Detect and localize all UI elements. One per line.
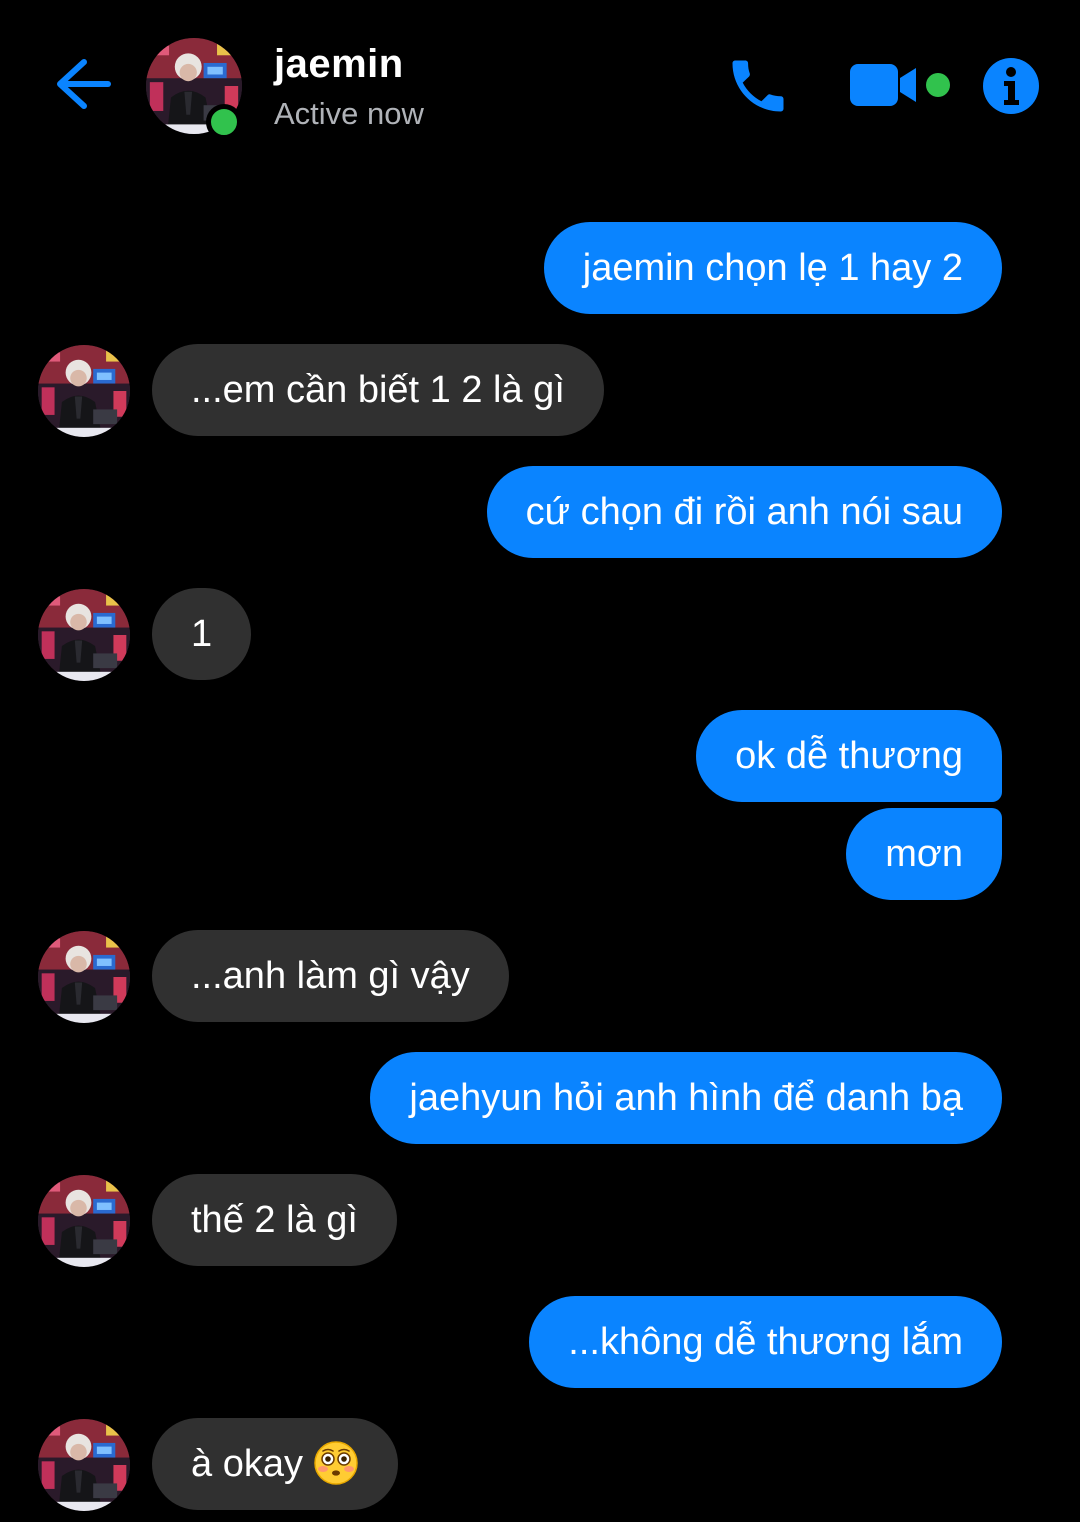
message-text: à okay <box>191 1443 303 1485</box>
message-bubble-sent[interactable]: ok dễ thương <box>696 710 1002 802</box>
flushed-face-emoji-icon <box>314 1441 358 1485</box>
message-bubble-received[interactable]: à okay <box>152 1418 398 1510</box>
sender-avatar[interactable] <box>38 1419 130 1511</box>
message-bubble-received[interactable]: thế 2 là gì <box>152 1174 397 1266</box>
sender-avatar[interactable] <box>38 1175 130 1267</box>
sender-avatar[interactable] <box>38 589 130 681</box>
message-bubble-sent[interactable]: jaemin chọn lẹ 1 hay 2 <box>543 222 1002 314</box>
sender-avatar[interactable] <box>38 345 130 437</box>
sender-avatar[interactable] <box>38 931 130 1023</box>
message-bubble-received[interactable]: ...anh làm gì vậy <box>152 930 509 1022</box>
message-bubble-sent[interactable]: ...không dễ thương lắm <box>529 1296 1002 1388</box>
message-bubble-sent[interactable]: jaehyun hỏi anh hình để danh bạ <box>370 1052 1002 1144</box>
message-bubble-received[interactable]: ...em cần biết 1 2 là gì <box>152 344 604 436</box>
message-bubble-sent[interactable]: mơn <box>846 808 1002 900</box>
message-bubble-sent[interactable]: cứ chọn đi rồi anh nói sau <box>486 466 1002 558</box>
message-bubble-received[interactable]: 1 <box>152 588 252 680</box>
message-thread: jaemin chọn lẹ 1 hay 2 ...em cần biết 1 … <box>0 0 1080 1522</box>
